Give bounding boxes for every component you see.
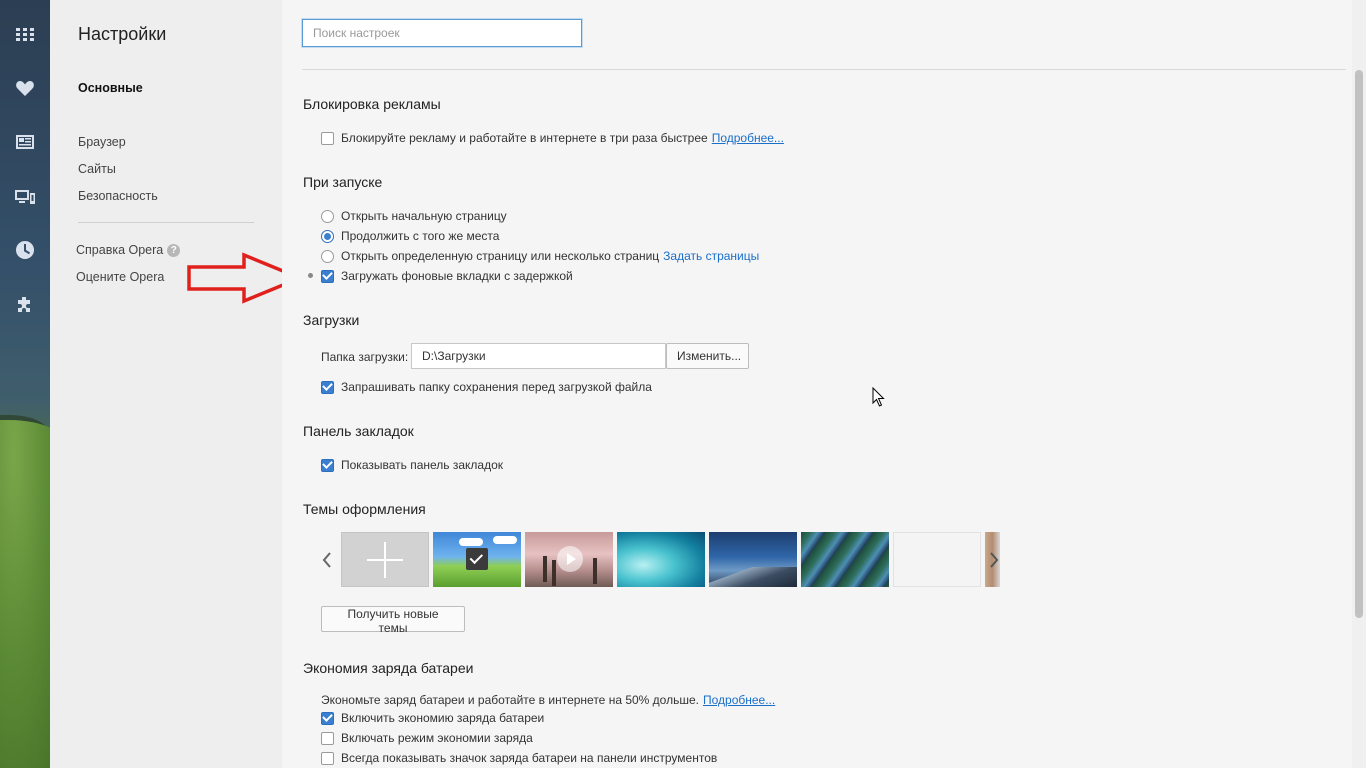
startup-option-home: Открыть начальную страницу (321, 209, 507, 223)
extensions-icon[interactable] (13, 293, 37, 317)
theme-tile-birds[interactable] (525, 532, 613, 587)
battery-icon-checkbox[interactable] (321, 751, 334, 765)
startup-delay-label: Загружать фоновые вкладки с задержкой (341, 269, 573, 283)
section-title-battery: Экономия заряда батареи (303, 660, 474, 676)
battery-option-label: Включить экономию заряда батареи (341, 711, 545, 725)
help-opera-label: Справка Opera (76, 243, 164, 257)
heart-icon[interactable] (13, 76, 37, 100)
startup-option-label: Открыть начальную страницу (341, 209, 507, 223)
startup-radio-pages[interactable] (321, 249, 334, 263)
battery-more-link[interactable]: Подробнее... (703, 693, 775, 707)
help-icon: ? (167, 244, 181, 257)
bookmarks-label: Показывать панель закладок (341, 458, 504, 472)
section-title-bookmarks: Панель закладок (303, 423, 414, 439)
ask-folder-label: Запрашивать папку сохранения перед загру… (341, 380, 652, 394)
startup-option-pages: Открыть определенную страницу или нескол… (321, 249, 759, 263)
help-opera-link[interactable]: Справка Opera? (76, 243, 181, 257)
settings-nav: Настройки Основные Браузер Сайты Безопас… (50, 0, 282, 768)
nav-item-browser[interactable]: Браузер (78, 135, 126, 149)
battery-description: Экономьте заряд батареи и работайте в ин… (321, 693, 699, 707)
set-pages-link[interactable]: Задать страницы (663, 249, 759, 263)
section-title-startup: При запуске (303, 174, 383, 190)
rate-opera-link[interactable]: Оцените Opera (76, 270, 164, 284)
cloud-shape (459, 538, 483, 546)
change-folder-button[interactable]: Изменить... (666, 343, 749, 369)
history-icon[interactable] (13, 238, 37, 262)
get-themes-button[interactable]: Получить новые темы (321, 606, 465, 635)
battery-enable-checkbox[interactable] (321, 711, 334, 725)
battery-option-icon: Всегда показывать значок заряда батареи … (321, 751, 717, 765)
themes-prev-arrow-icon[interactable] (320, 546, 334, 574)
nav-divider (78, 222, 254, 223)
adblock-label: Блокируйте рекламу и работайте в интерне… (341, 131, 708, 145)
devices-icon[interactable] (13, 185, 37, 209)
header-divider (302, 69, 1346, 70)
startup-radio-continue[interactable] (321, 229, 334, 243)
news-icon[interactable] (13, 130, 37, 154)
battery-option-enable: Включить экономию заряда батареи (321, 711, 544, 725)
search-input[interactable] (302, 19, 582, 47)
nav-item-sites[interactable]: Сайты (78, 162, 116, 176)
cloud-shape (493, 536, 517, 544)
theme-tile-aqua[interactable] (617, 532, 705, 587)
setting-dot-indicator (308, 273, 313, 278)
adblock-row: Блокируйте рекламу и работайте в интерне… (321, 131, 784, 145)
bookmarks-row: Показывать панель закладок (321, 458, 503, 472)
bird-shape (552, 560, 556, 586)
opera-sidebar (0, 0, 70, 768)
theme-tile-blank[interactable] (893, 532, 981, 587)
selected-check-icon (466, 548, 488, 570)
section-title-themes: Темы оформления (303, 501, 426, 517)
bird-shape (593, 558, 597, 584)
mouse-cursor-icon (872, 387, 885, 407)
settings-title: Настройки (78, 24, 167, 44)
battery-option-auto: Включать режим экономии заряда (321, 731, 533, 745)
themes-next-arrow-icon[interactable] (987, 546, 1001, 574)
nav-item-basic[interactable]: Основные (78, 81, 143, 95)
mountain-shape (709, 567, 797, 587)
section-title-downloads: Загрузки (303, 312, 360, 328)
battery-description-row: Экономьте заряд батареи и работайте в ин… (321, 693, 775, 707)
ask-folder-checkbox[interactable] (321, 380, 334, 394)
startup-option-label: Открыть определенную страницу или нескол… (341, 249, 660, 263)
theme-tile-mountains[interactable] (709, 532, 797, 587)
theme-tile-meadow[interactable] (433, 532, 521, 587)
adblock-checkbox[interactable] (321, 131, 334, 145)
ask-folder-row: Запрашивать папку сохранения перед загру… (321, 380, 652, 394)
download-folder-field[interactable] (411, 343, 666, 369)
battery-option-label: Включать режим экономии заряда (341, 731, 533, 745)
battery-option-label: Всегда показывать значок заряда батареи … (341, 751, 718, 765)
scrollbar-thumb[interactable] (1355, 70, 1363, 618)
bird-shape (543, 556, 547, 582)
battery-auto-checkbox[interactable] (321, 731, 334, 745)
bookmarks-checkbox[interactable] (321, 458, 334, 472)
startup-option-continue: Продолжить с того же места (321, 229, 499, 243)
adblock-more-link[interactable]: Подробнее... (712, 131, 784, 145)
startup-delay-row: Загружать фоновые вкладки с задержкой (321, 269, 573, 283)
startup-option-label: Продолжить с того же места (341, 229, 500, 243)
download-folder-label: Папка загрузки: (321, 350, 409, 364)
nav-item-security[interactable]: Безопасность (78, 189, 158, 203)
theme-tile-feathers[interactable] (801, 532, 889, 587)
speed-dial-icon[interactable] (13, 22, 37, 46)
startup-radio-home[interactable] (321, 209, 334, 223)
startup-delay-checkbox[interactable] (321, 269, 334, 283)
play-icon (557, 546, 583, 572)
add-theme-tile[interactable] (341, 532, 429, 587)
section-title-adblock: Блокировка рекламы (303, 96, 441, 112)
app-root: Настройки Основные Браузер Сайты Безопас… (0, 0, 1366, 768)
settings-main: Блокировка рекламы Блокируйте рекламу и … (282, 0, 1352, 768)
